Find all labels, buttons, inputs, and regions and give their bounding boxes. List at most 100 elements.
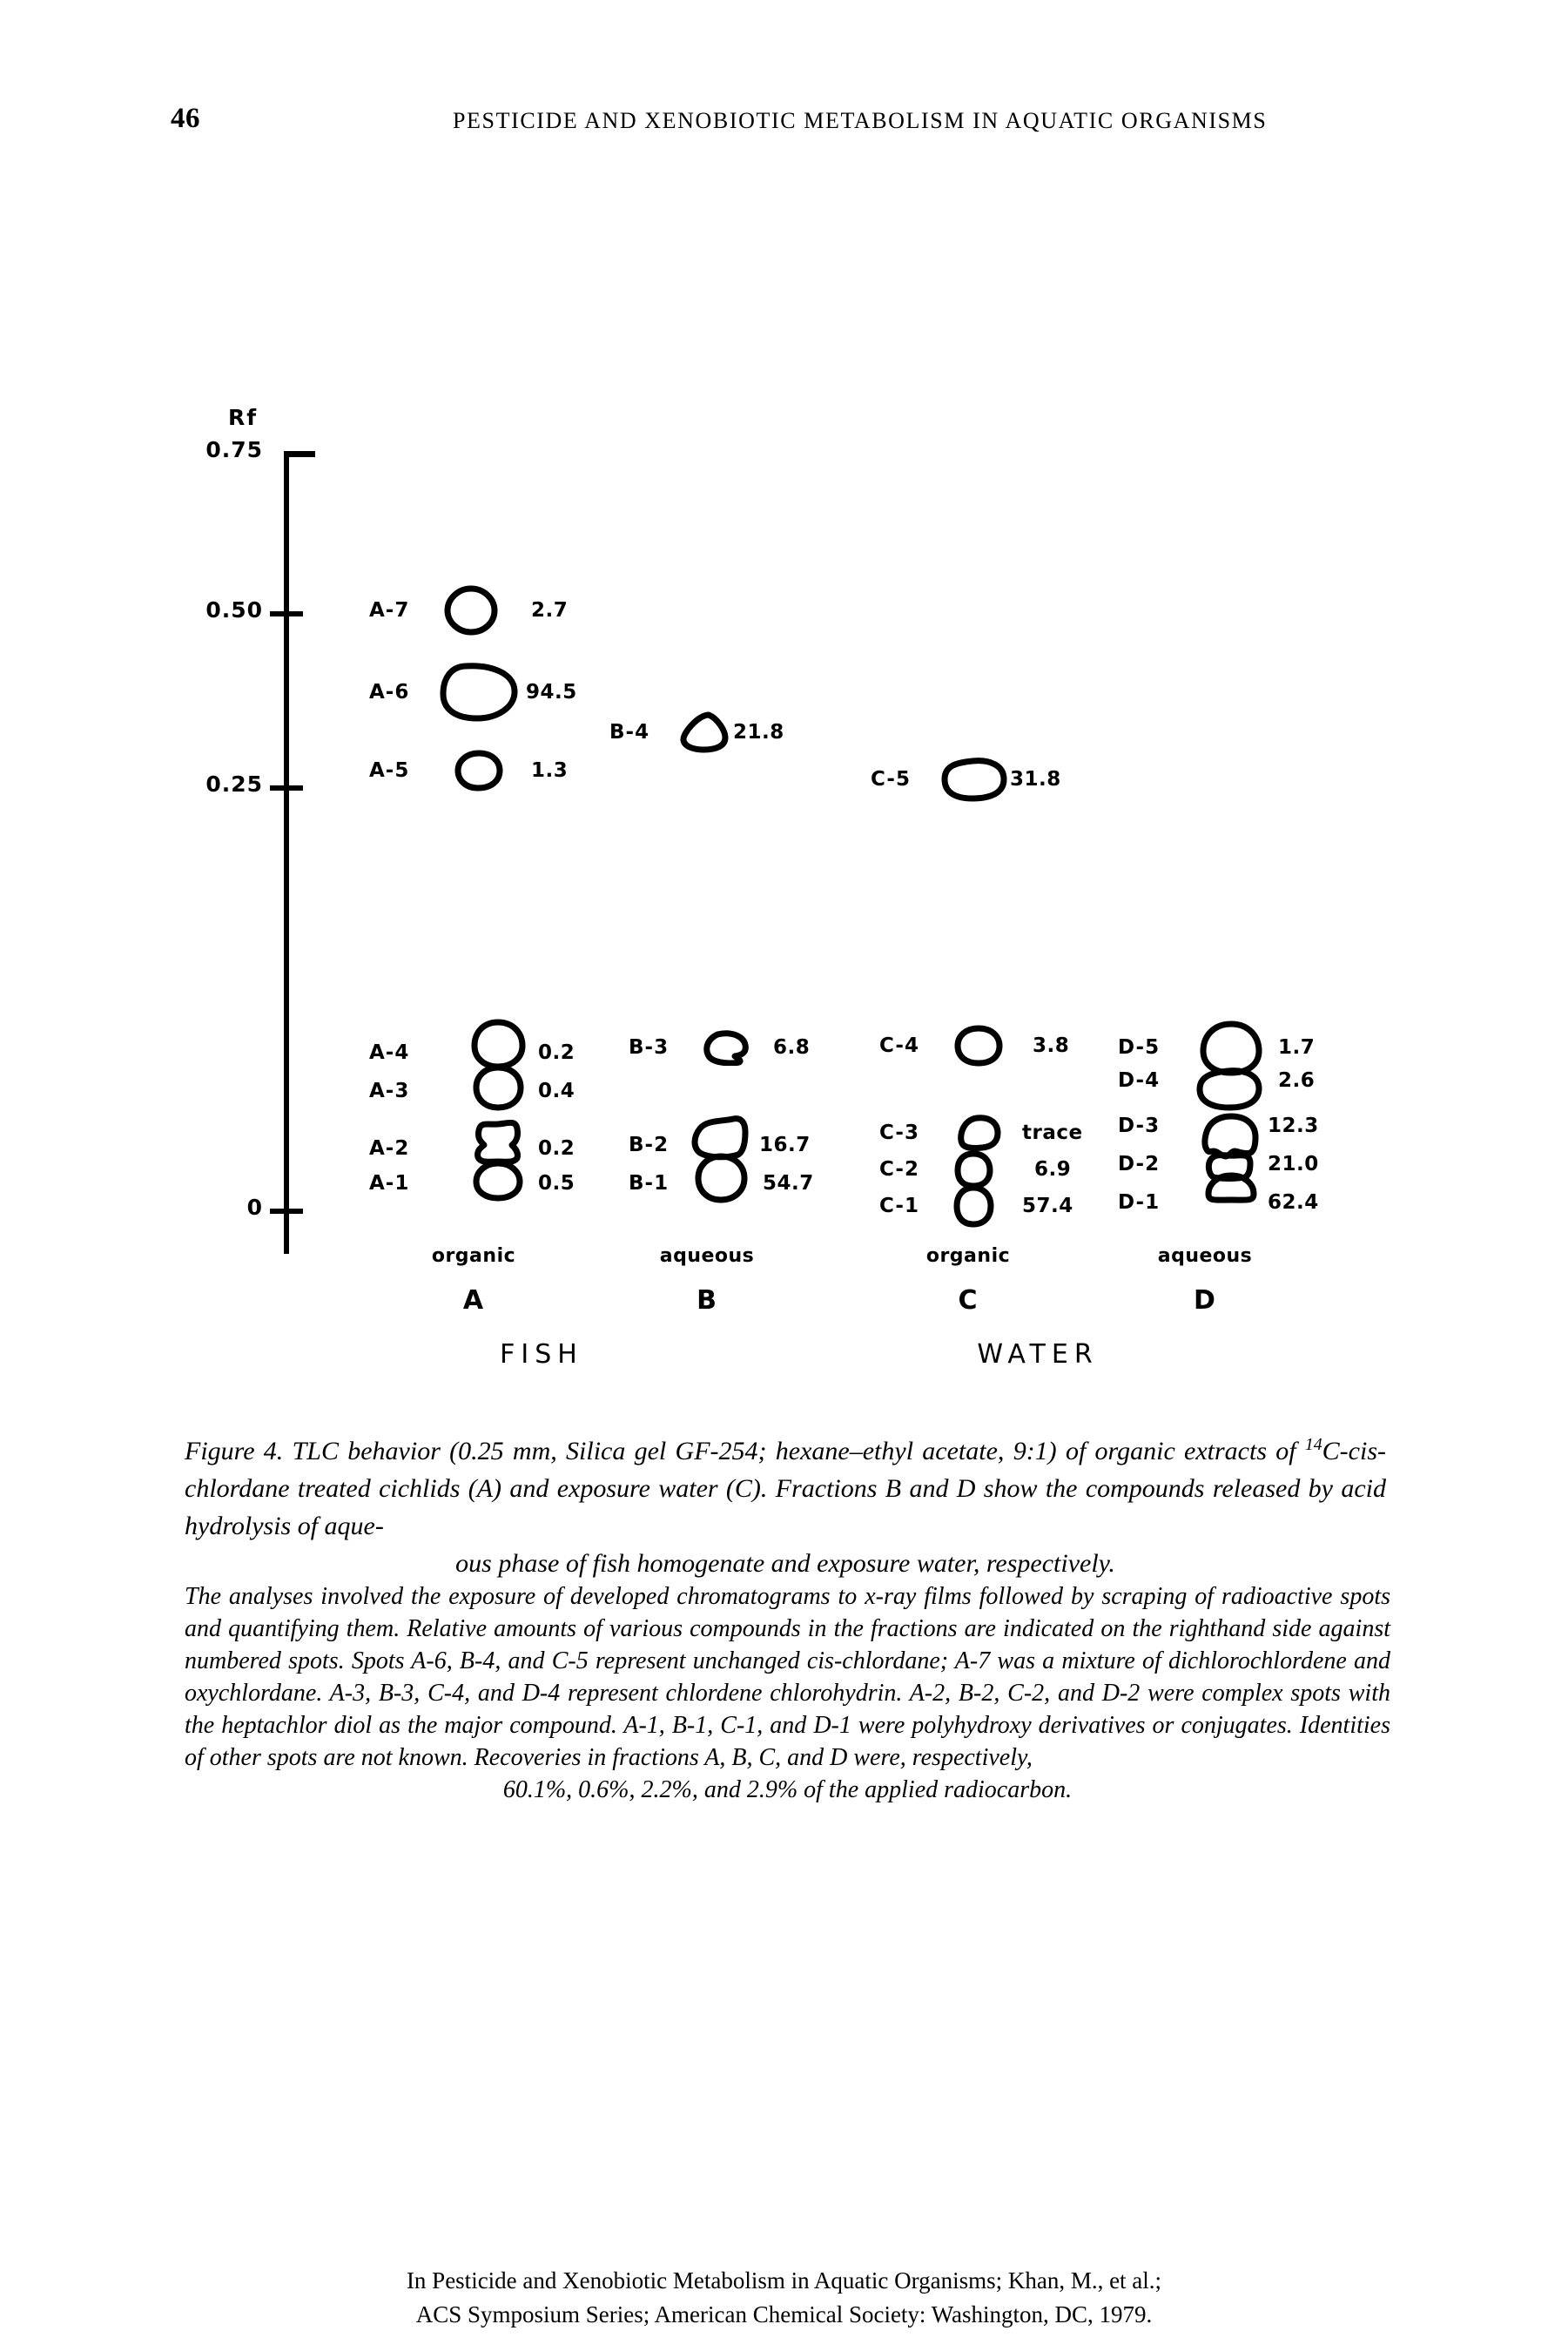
spot-label-d4: D-4: [1118, 1069, 1161, 1092]
spot-row-b2: B-2 16.7: [629, 1125, 811, 1165]
rf-axis-line: [284, 453, 289, 1254]
column-phase-d: aqueous: [1157, 1245, 1253, 1267]
spot-label-a1: A-1: [369, 1172, 410, 1195]
spot-label-d1: D-1: [1118, 1191, 1161, 1214]
spot-row-b1: B-1 54.7: [629, 1163, 814, 1203]
spot-value-c5: 31.8: [1010, 768, 1061, 791]
spot-blob-c4: [947, 1025, 1010, 1067]
body-paragraph: The analyses involved the exposure of de…: [185, 1580, 1390, 1806]
spot-value-b3: 6.8: [773, 1036, 811, 1059]
spot-row-a6: A-6 94.5: [369, 663, 577, 722]
spot-blob-a5: [437, 750, 521, 792]
spot-value-d1: 62.4: [1268, 1191, 1319, 1214]
spot-value-a5: 1.3: [531, 759, 569, 782]
spot-value-a3: 0.4: [538, 1080, 575, 1102]
spot-label-a6: A-6: [369, 681, 410, 704]
spot-row-c3: C-3 trace: [879, 1113, 1083, 1153]
spot-value-c3: trace: [1022, 1122, 1083, 1144]
spot-label-a2: A-2: [369, 1137, 410, 1160]
spot-label-b1: B-1: [629, 1172, 670, 1195]
axis-tick-050: [270, 611, 303, 616]
axis-tick-label-050: 0.50: [205, 597, 263, 623]
spot-row-a5: A-5 1.3: [369, 750, 569, 792]
spot-blob-b3: [697, 1029, 754, 1066]
spot-label-d2: D-2: [1118, 1153, 1161, 1176]
running-head: 46 Pesticide and Xenobiotic Metabolism i…: [0, 103, 1568, 141]
spot-label-c1: C-1: [879, 1195, 919, 1217]
body-text: The analyses involved the exposure of de…: [185, 1583, 1390, 1771]
spot-label-a5: A-5: [369, 759, 410, 782]
spot-blob-b4: [677, 711, 731, 753]
spot-row-b4: B-4 21.8: [609, 711, 784, 753]
spot-label-b4: B-4: [609, 721, 650, 744]
column-phase-b: aqueous: [659, 1245, 755, 1267]
spot-label-c4: C-4: [879, 1034, 919, 1057]
spot-row-a7: A-7 2.7: [369, 585, 569, 636]
spot-blob-c3: [947, 1114, 1010, 1152]
spot-value-d4: 2.6: [1278, 1069, 1316, 1092]
body-last-line: 60.1%, 0.6%, 2.2%, and 2.9% of the appli…: [502, 1776, 1073, 1803]
spot-row-a1: A-1 0.5: [369, 1163, 575, 1203]
page-number: 46: [171, 103, 200, 134]
axis-tick-0: [270, 1209, 303, 1214]
spot-value-d5: 1.7: [1278, 1036, 1316, 1059]
spot-value-a1: 0.5: [538, 1172, 575, 1195]
group-label-fish: FISH: [500, 1339, 583, 1370]
spot-value-a7: 2.7: [531, 599, 569, 622]
spot-value-d3: 12.3: [1268, 1115, 1319, 1137]
figure-caption: Figure 4. TLC behavior (0.25 mm, Silica …: [185, 1432, 1386, 1582]
spot-row-a4: A-4 0.2: [369, 1033, 575, 1073]
spot-value-a4: 0.2: [538, 1041, 575, 1064]
spot-row-d3: D-3 12.3: [1118, 1106, 1319, 1146]
spot-row-d4: D-4 2.6: [1118, 1061, 1315, 1101]
column-letter-d: D: [1194, 1285, 1216, 1316]
spot-value-d2: 21.0: [1268, 1153, 1319, 1176]
spot-label-a4: A-4: [369, 1041, 410, 1064]
spot-value-b2: 16.7: [759, 1134, 811, 1156]
spot-value-a2: 0.2: [538, 1137, 575, 1160]
spot-row-c4: C-4 3.8: [879, 1025, 1070, 1067]
spot-value-c2: 6.9: [1034, 1158, 1072, 1181]
spot-label-c5: C-5: [871, 768, 911, 791]
spot-value-c4: 3.8: [1033, 1034, 1070, 1057]
spot-label-c2: C-2: [879, 1158, 919, 1181]
spot-label-a7: A-7: [369, 599, 410, 622]
axis-tick-075: [284, 451, 315, 457]
spot-label-c3: C-3: [879, 1122, 919, 1144]
footer-line-1: In Pesticide and Xenobiotic Metabolism i…: [406, 2267, 1162, 2294]
column-phase-c: organic: [925, 1245, 1011, 1267]
spot-value-c1: 57.4: [1022, 1195, 1073, 1217]
spot-label-d3: D-3: [1118, 1115, 1161, 1137]
figure-4-tlc-chromatogram: Rf 0.75 0.50 0.25 0 A-7 2.7 A-6 94.5 A-5: [0, 374, 1568, 1411]
caption-superscript-14: 14: [1304, 1435, 1322, 1454]
spot-row-c1: C-1 57.4: [879, 1186, 1073, 1226]
column-letter-c: C: [958, 1285, 979, 1316]
spot-label-b3: B-3: [629, 1036, 670, 1059]
footer-line-2: ACS Symposium Series; American Chemical …: [415, 2301, 1153, 2327]
spot-value-b4: 21.8: [733, 721, 784, 744]
spot-value-a6: 94.5: [526, 681, 577, 704]
caption-line-3: ous phase of fish homogenate and exposur…: [455, 1549, 1115, 1578]
spot-blob-a7: [437, 585, 505, 636]
spot-row-d1: D-1 62.4: [1118, 1182, 1319, 1223]
axis-tick-label-075: 0.75: [205, 437, 263, 462]
page-footer: In Pesticide and Xenobiotic Metabolism i…: [0, 2264, 1568, 2332]
axis-tick-label-025: 0.25: [205, 771, 263, 797]
running-head-title: Pesticide and Xenobiotic Metabolism in A…: [453, 108, 1268, 133]
spot-row-c5: C-5 31.8: [871, 758, 1061, 802]
column-letter-a: A: [462, 1285, 485, 1316]
axis-tick-label-0: 0: [246, 1195, 263, 1220]
spot-row-c2: C-2 6.9: [879, 1149, 1071, 1189]
spot-row-d2: D-2 21.0: [1118, 1144, 1319, 1184]
axis-title-rf: Rf: [228, 405, 259, 430]
group-label-water: WATER: [977, 1339, 1099, 1370]
spot-label-b2: B-2: [629, 1134, 670, 1156]
spot-label-d5: D-5: [1118, 1036, 1161, 1059]
column-letter-b: B: [697, 1285, 717, 1316]
axis-tick-025: [270, 785, 303, 791]
spot-row-b3: B-3 6.8: [629, 1027, 810, 1068]
column-phase-a: organic: [431, 1245, 516, 1267]
spot-label-a3: A-3: [369, 1080, 410, 1102]
spot-row-a3: A-3 0.4: [369, 1071, 575, 1111]
spot-value-b1: 54.7: [763, 1172, 814, 1195]
